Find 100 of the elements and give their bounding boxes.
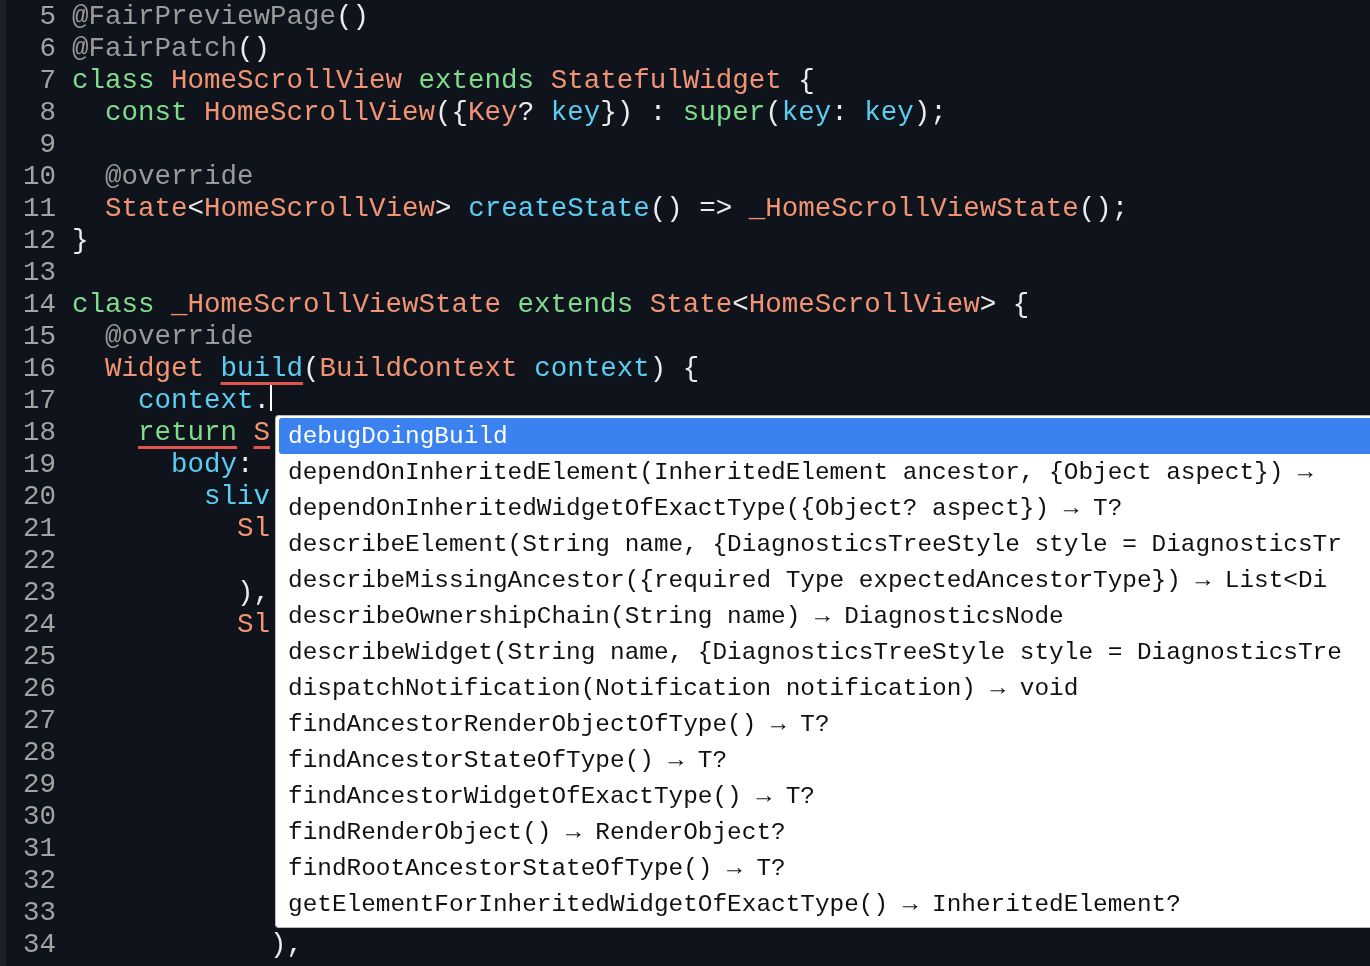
code-type-name: _HomeScrollViewState — [748, 192, 1079, 224]
line-number: 14 — [22, 288, 57, 320]
line-number: 30 — [22, 800, 57, 832]
code-punctuation: (); — [1078, 192, 1129, 224]
line-number: 10 — [22, 160, 57, 192]
line-number: 18 — [22, 416, 57, 448]
code-type-name: Widget — [104, 352, 206, 384]
code-identifier: key — [550, 96, 601, 128]
line-number: 11 — [22, 192, 57, 224]
line-number: 21 — [22, 512, 57, 544]
code-keyword: super — [682, 96, 766, 128]
error-underlined-code: S — [253, 416, 271, 448]
line-number: 34 — [22, 928, 57, 960]
suggestion-item[interactable]: describeElement(String name, {DiagnosticsTreeStyle style = DiagnosticsTr — [279, 526, 1370, 562]
line-number: 13 — [22, 256, 57, 288]
code-keyword: extends — [517, 288, 635, 320]
code-identifier: sliv — [203, 480, 271, 512]
code-punctuation: > — [435, 192, 453, 224]
code-type-name: StatefulWidget — [550, 64, 783, 96]
code-identifier: body — [170, 448, 238, 480]
line-number: 25 — [22, 640, 57, 672]
line-number: 24 — [22, 608, 57, 640]
code-type-name: Key — [468, 96, 518, 128]
code-type-name: BuildContext — [319, 352, 519, 384]
line-number: 12 — [22, 224, 57, 256]
code-type-name: State — [104, 192, 188, 224]
line-number: 15 — [22, 320, 57, 352]
code-identifier: context — [534, 352, 650, 384]
code-punctuation: < — [732, 288, 749, 320]
line-number: 29 — [22, 768, 57, 800]
code-punctuation: : — [237, 448, 254, 480]
code-keyword: extends — [418, 64, 536, 96]
code-punctuation: }) : — [600, 96, 668, 128]
suggestion-item[interactable]: getElementForInheritedWidgetOfExactType() → InheritedElement? — [279, 886, 1370, 922]
line-number: 22 — [22, 544, 57, 576]
code-punctuation: () — [336, 0, 370, 32]
code-identifier: createState — [468, 192, 650, 224]
code-keyword: const — [104, 96, 189, 128]
code-identifier: key — [781, 96, 832, 128]
line-number: 8 — [38, 96, 57, 128]
code-identifier: key — [864, 96, 914, 128]
code-punctuation: . — [253, 384, 271, 416]
suggestion-item[interactable]: findRenderObject() → RenderObject? — [279, 814, 1370, 850]
suggestion-item[interactable]: dependOnInheritedWidgetOfExactType({Object? aspect}) → T? — [279, 490, 1370, 526]
suggestion-item[interactable]: describeWidget(String name, {DiagnosticsTreeStyle style = DiagnosticsTre — [279, 634, 1370, 670]
suggestion-item[interactable]: findRootAncestorStateOfType() → T? — [279, 850, 1370, 886]
code-keyword: class — [72, 64, 156, 96]
code-annotation: @FairPreviewPage — [72, 0, 337, 32]
code-punctuation: ? — [517, 96, 536, 128]
code-type-name: Sl — [236, 608, 271, 640]
code-punctuation: ), — [236, 576, 271, 608]
code-punctuation: () => — [649, 192, 734, 224]
suggestion-item[interactable]: dependOnInheritedElement(InheritedElement ancestor, {Object aspect}) → — [279, 454, 1370, 490]
code-punctuation: () — [237, 32, 271, 64]
code-annotation: @override — [104, 320, 254, 352]
code-punctuation: < — [187, 192, 205, 224]
error-underlined-code: return — [137, 416, 239, 448]
code-punctuation: } — [72, 224, 89, 256]
code-type-name: HomeScrollView — [748, 288, 980, 320]
code-type-name: Sl — [236, 512, 271, 544]
code-punctuation: ); — [913, 96, 947, 128]
code-punctuation: ({ — [435, 96, 469, 128]
code-punctuation: > { — [979, 288, 1030, 320]
code-type-name: HomeScrollView — [171, 64, 404, 96]
code-keyword: class — [72, 288, 156, 320]
line-number: 26 — [22, 672, 57, 704]
suggestion-item[interactable]: findAncestorRenderObjectOfType() → T? — [279, 706, 1370, 742]
line-number: 27 — [22, 704, 57, 736]
code-type-name: HomeScrollView — [204, 96, 436, 128]
line-number: 31 — [22, 832, 57, 864]
line-number: 9 — [38, 128, 57, 160]
line-number: 7 — [38, 64, 57, 96]
line-number: 20 — [22, 480, 57, 512]
line-number: 23 — [22, 576, 57, 608]
code-punctuation: ), — [269, 928, 304, 960]
code-punctuation: : — [831, 96, 849, 128]
suggestion-item[interactable]: dispatchNotification(Notification notification) → void — [279, 670, 1370, 706]
code-punctuation: ( — [765, 96, 782, 128]
line-number: 19 — [22, 448, 57, 480]
line-number: 17 — [22, 384, 57, 416]
code-annotation: @FairPatch — [72, 32, 238, 64]
code-punctuation: { — [798, 64, 815, 96]
code-identifier: context — [137, 384, 254, 416]
suggestion-item[interactable]: findAncestorWidgetOfExactType() → T? — [279, 778, 1370, 814]
line-number: 32 — [22, 864, 57, 896]
line-number: 6 — [38, 32, 57, 64]
suggestion-item[interactable]: describeMissingAncestor({required Type expectedAncestorType}) → List<Di — [279, 562, 1370, 598]
suggestion-item[interactable]: describeOwnershipChain(String name) → DiagnosticsNode — [279, 598, 1370, 634]
error-underlined-code: build — [220, 352, 304, 384]
code-type-name: State — [649, 288, 733, 320]
suggestion-item[interactable]: findAncestorStateOfType() → T? — [279, 742, 1370, 778]
code-punctuation: ) { — [649, 352, 700, 384]
code-type-name: HomeScrollView — [204, 192, 436, 224]
code-type-name: _HomeScrollViewState — [171, 288, 503, 320]
code-punctuation: ( — [303, 352, 320, 384]
line-number: 28 — [22, 736, 57, 768]
line-number: 33 — [22, 896, 57, 928]
suggestion-item[interactable]: debugDoingBuild — [279, 418, 1370, 454]
line-number: 16 — [22, 352, 57, 384]
code-annotation: @override — [104, 160, 254, 192]
